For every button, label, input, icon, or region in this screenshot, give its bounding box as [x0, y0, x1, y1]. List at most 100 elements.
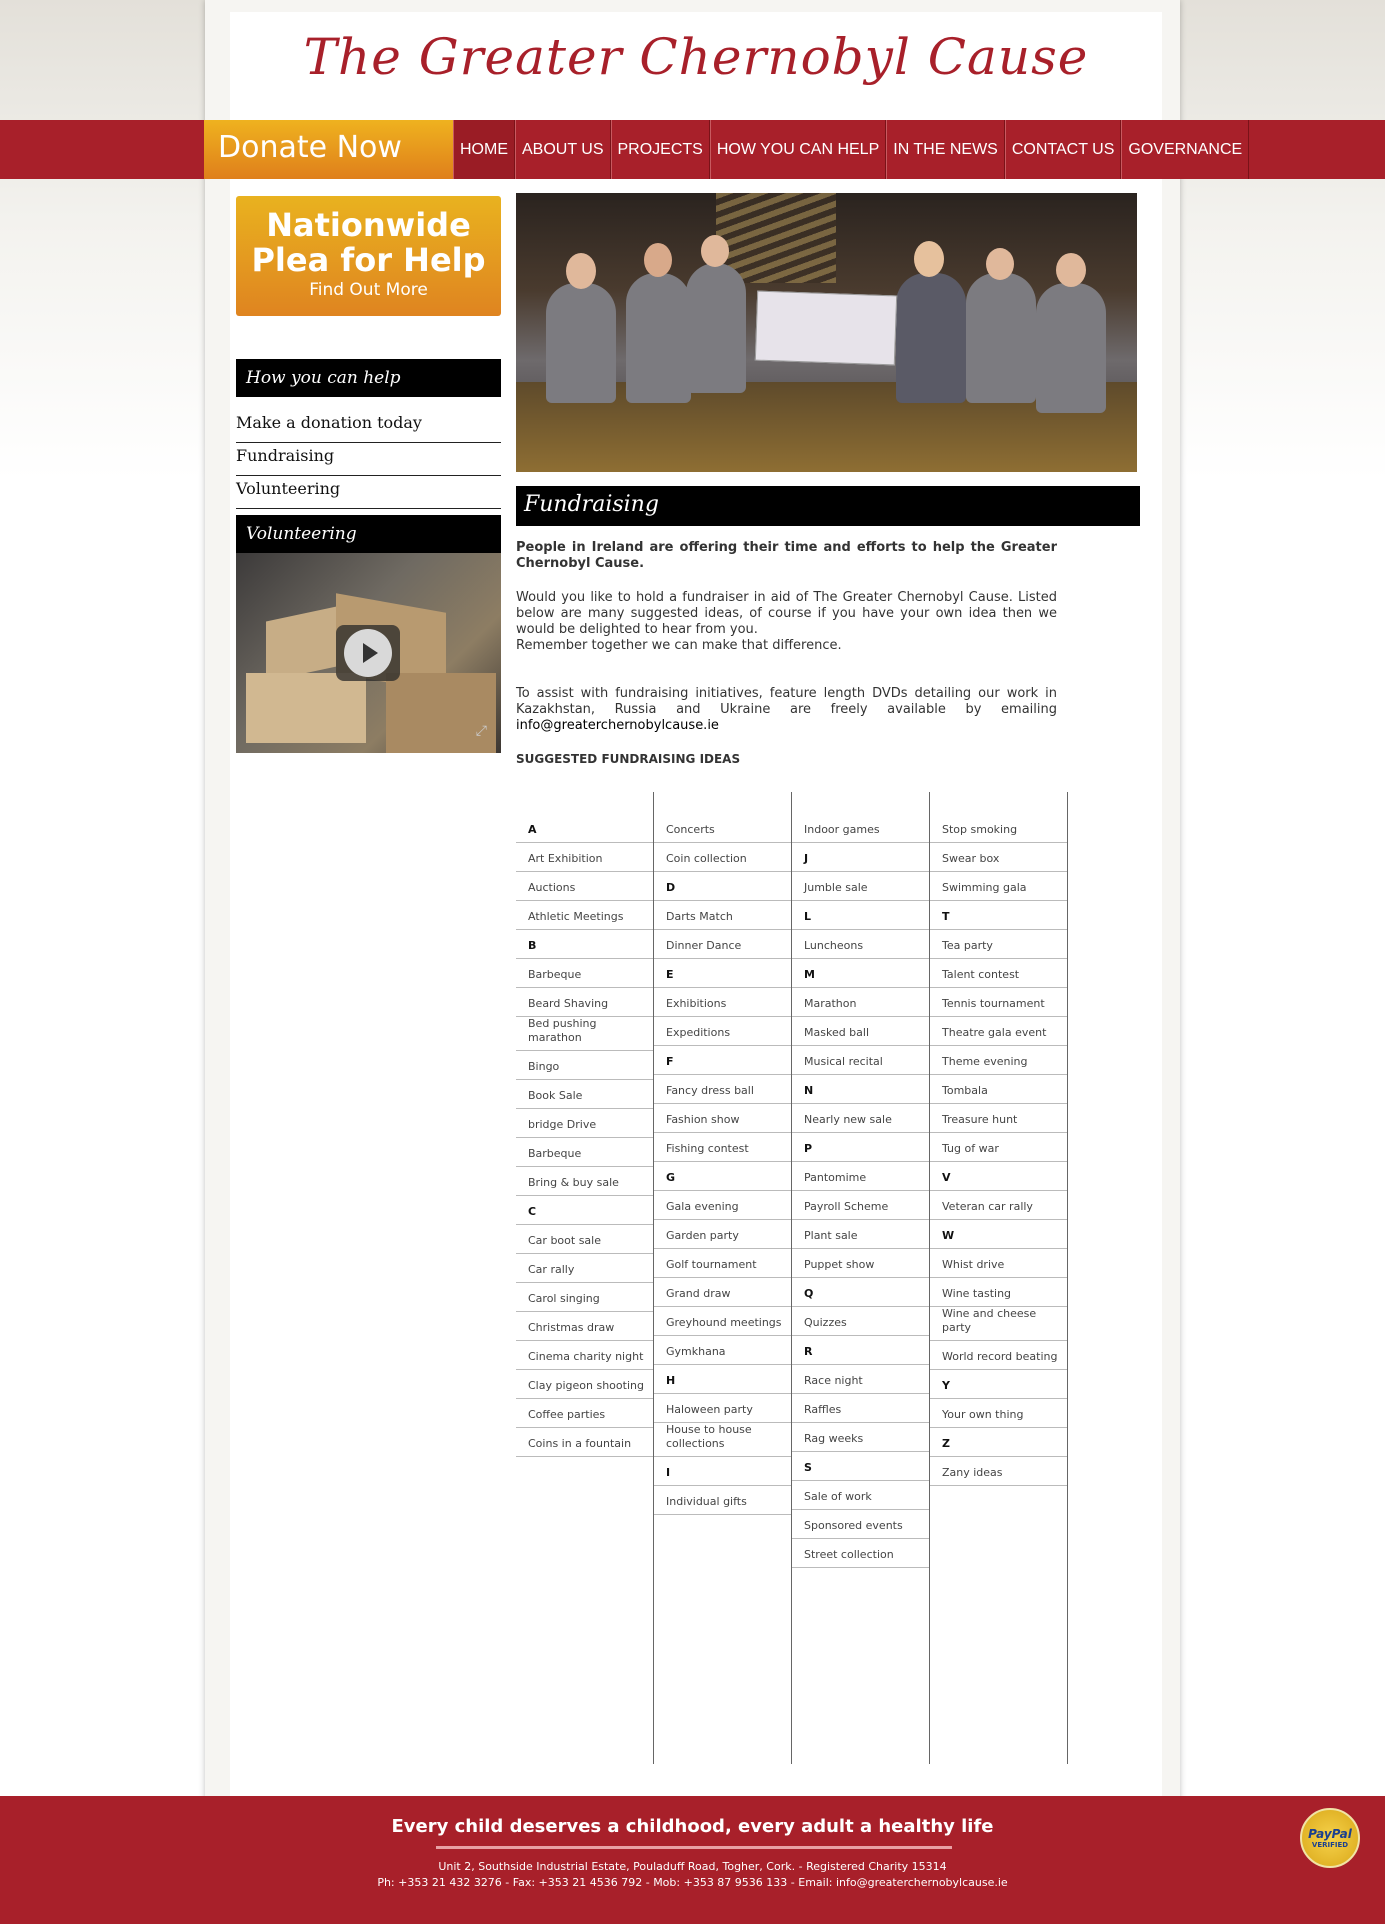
volunteering-video-heading: Volunteering: [236, 515, 501, 553]
hero-photo: [516, 193, 1137, 472]
idea-item: Golf tournament: [654, 1249, 791, 1278]
idea-item: Street collection: [792, 1539, 929, 1568]
footer-contacts: Ph: +353 21 432 3276 - Fax: +353 21 4536…: [377, 1876, 1008, 1889]
idea-item: World record beating: [930, 1341, 1067, 1370]
idea-item: Gymkhana: [654, 1336, 791, 1365]
paypal-verified-badge[interactable]: PayPal VERIFIED: [1300, 1808, 1360, 1868]
idea-item: Raffles: [792, 1394, 929, 1423]
paypal-icon: PayPal: [1308, 1827, 1352, 1841]
nav-projects[interactable]: PROJECTS: [610, 120, 710, 179]
fundraising-para3: To assist with fundraising initiatives, …: [516, 686, 1057, 733]
video-scene-box: [246, 673, 366, 743]
idea-item: Talent contest: [930, 959, 1067, 988]
idea-item: Beard Shaving: [516, 988, 653, 1017]
ideas-column: A Art Exhibition Auctions Athletic Meetings…: [516, 792, 654, 1764]
footer-address-block: Unit 2, Southside Industrial Estate, Pou…: [0, 1859, 1385, 1891]
idea-item: Art Exhibition: [516, 843, 653, 872]
fullscreen-icon[interactable]: ⤢: [476, 723, 487, 739]
fundraising-heading: Fundraising: [516, 486, 1140, 526]
idea-item: Your own thing: [930, 1399, 1067, 1428]
idea-item: Plant sale: [792, 1220, 929, 1249]
idea-letter-heading: N: [792, 1075, 929, 1104]
idea-item: Clay pigeon shooting: [516, 1370, 653, 1399]
play-icon: [344, 629, 392, 677]
idea-item: Theatre gala event: [930, 1017, 1067, 1046]
idea-item: Rag weeks: [792, 1423, 929, 1452]
nationwide-plea-banner[interactable]: Nationwide Plea for Help Find Out More: [236, 196, 501, 316]
idea-item: Veteran car rally: [930, 1191, 1067, 1220]
fundraising-ideas-table: A Art Exhibition Auctions Athletic Meetings…: [516, 792, 1068, 1764]
idea-item: Indoor games: [792, 814, 929, 843]
idea-item: Barbeque: [516, 1138, 653, 1167]
idea-letter-heading: H: [654, 1365, 791, 1394]
idea-item: Athletic Meetings: [516, 901, 653, 930]
idea-item: Theme evening: [930, 1046, 1067, 1075]
idea-item: Musical recital: [792, 1046, 929, 1075]
sidebar-link-fundraising[interactable]: Fundraising: [236, 443, 501, 476]
idea-item: Expeditions: [654, 1017, 791, 1046]
fundraising-lead: People in Ireland are offering their tim…: [516, 540, 1057, 571]
idea-letter-heading: R: [792, 1336, 929, 1365]
nav-home[interactable]: HOME: [453, 120, 515, 179]
fundraising-para2: Remember together we can make that diffe…: [516, 638, 842, 653]
idea-item: Coins in a fountain: [516, 1428, 653, 1457]
idea-letter-heading: T: [930, 901, 1067, 930]
nav-how-you-can-help[interactable]: HOW YOU CAN HELP: [709, 120, 887, 179]
fundraising-para1: Would you like to hold a fundraiser in a…: [516, 590, 1057, 637]
idea-item: Book Sale: [516, 1080, 653, 1109]
idea-item: Masked ball: [792, 1017, 929, 1046]
idea-item: bridge Drive: [516, 1109, 653, 1138]
idea-item: Exhibitions: [654, 988, 791, 1017]
idea-item: Garden party: [654, 1220, 791, 1249]
sidebar-link-donation[interactable]: Make a donation today: [236, 410, 501, 443]
ideas-column: Indoor games J Jumble sale L Luncheons M Marat…: [792, 792, 930, 1764]
email-link[interactable]: info@greaterchernobylcause.ie: [516, 718, 719, 733]
idea-letter-heading: B: [516, 930, 653, 959]
idea-item: Jumble sale: [792, 872, 929, 901]
idea-item: Tennis tournament: [930, 988, 1067, 1017]
idea-item: Fashion show: [654, 1104, 791, 1133]
idea-letter-heading: E: [654, 959, 791, 988]
idea-letter-heading: V: [930, 1162, 1067, 1191]
idea-letter-heading: Y: [930, 1370, 1067, 1399]
idea-item: Bring & buy sale: [516, 1167, 653, 1196]
idea-item: Barbeque: [516, 959, 653, 988]
idea-letter-heading: I: [654, 1457, 791, 1486]
help-links-list: Make a donation today Fundraising Volunt…: [236, 410, 501, 509]
idea-item: Car rally: [516, 1254, 653, 1283]
nav-contact-us[interactable]: CONTACT US: [1004, 120, 1122, 179]
idea-item: Race night: [792, 1365, 929, 1394]
idea-item: Nearly new sale: [792, 1104, 929, 1133]
plea-find-out-more[interactable]: Find Out More: [236, 280, 501, 300]
footer-divider: [436, 1846, 952, 1849]
nav-governance[interactable]: GOVERNANCE: [1121, 120, 1250, 179]
idea-item: Stop smoking: [930, 814, 1067, 843]
idea-item: Cinema charity night: [516, 1341, 653, 1370]
idea-item: Darts Match: [654, 901, 791, 930]
idea-item: Individual gifts: [654, 1486, 791, 1515]
idea-item: Wine tasting: [930, 1278, 1067, 1307]
donate-now-button[interactable]: Donate Now: [204, 120, 453, 179]
idea-item: Treasure hunt: [930, 1104, 1067, 1133]
idea-item: Swimming gala: [930, 872, 1067, 901]
idea-item: Puppet show: [792, 1249, 929, 1278]
idea-letter-heading: W: [930, 1220, 1067, 1249]
idea-letter-heading: F: [654, 1046, 791, 1075]
idea-item: Concerts: [654, 814, 791, 843]
volunteering-video[interactable]: ⤢: [236, 553, 501, 753]
sidebar-link-volunteering[interactable]: Volunteering: [236, 476, 501, 509]
play-button[interactable]: [336, 625, 400, 681]
idea-letter-heading: D: [654, 872, 791, 901]
idea-item: Carol singing: [516, 1283, 653, 1312]
idea-item: Pantomime: [792, 1162, 929, 1191]
idea-item: Gala evening: [654, 1191, 791, 1220]
site-title[interactable]: The Greater Chernobyl Cause: [230, 28, 1162, 86]
nav-in-the-news[interactable]: IN THE NEWS: [886, 120, 1005, 179]
idea-item: Marathon: [792, 988, 929, 1017]
nav-about-us[interactable]: ABOUT US: [515, 120, 611, 179]
idea-letter-heading: A: [516, 814, 653, 843]
idea-item: Zany ideas: [930, 1457, 1067, 1486]
idea-item: Bingo: [516, 1051, 653, 1080]
footer-address: Unit 2, Southside Industrial Estate, Pou…: [438, 1860, 947, 1873]
idea-item: Greyhound meetings: [654, 1307, 791, 1336]
